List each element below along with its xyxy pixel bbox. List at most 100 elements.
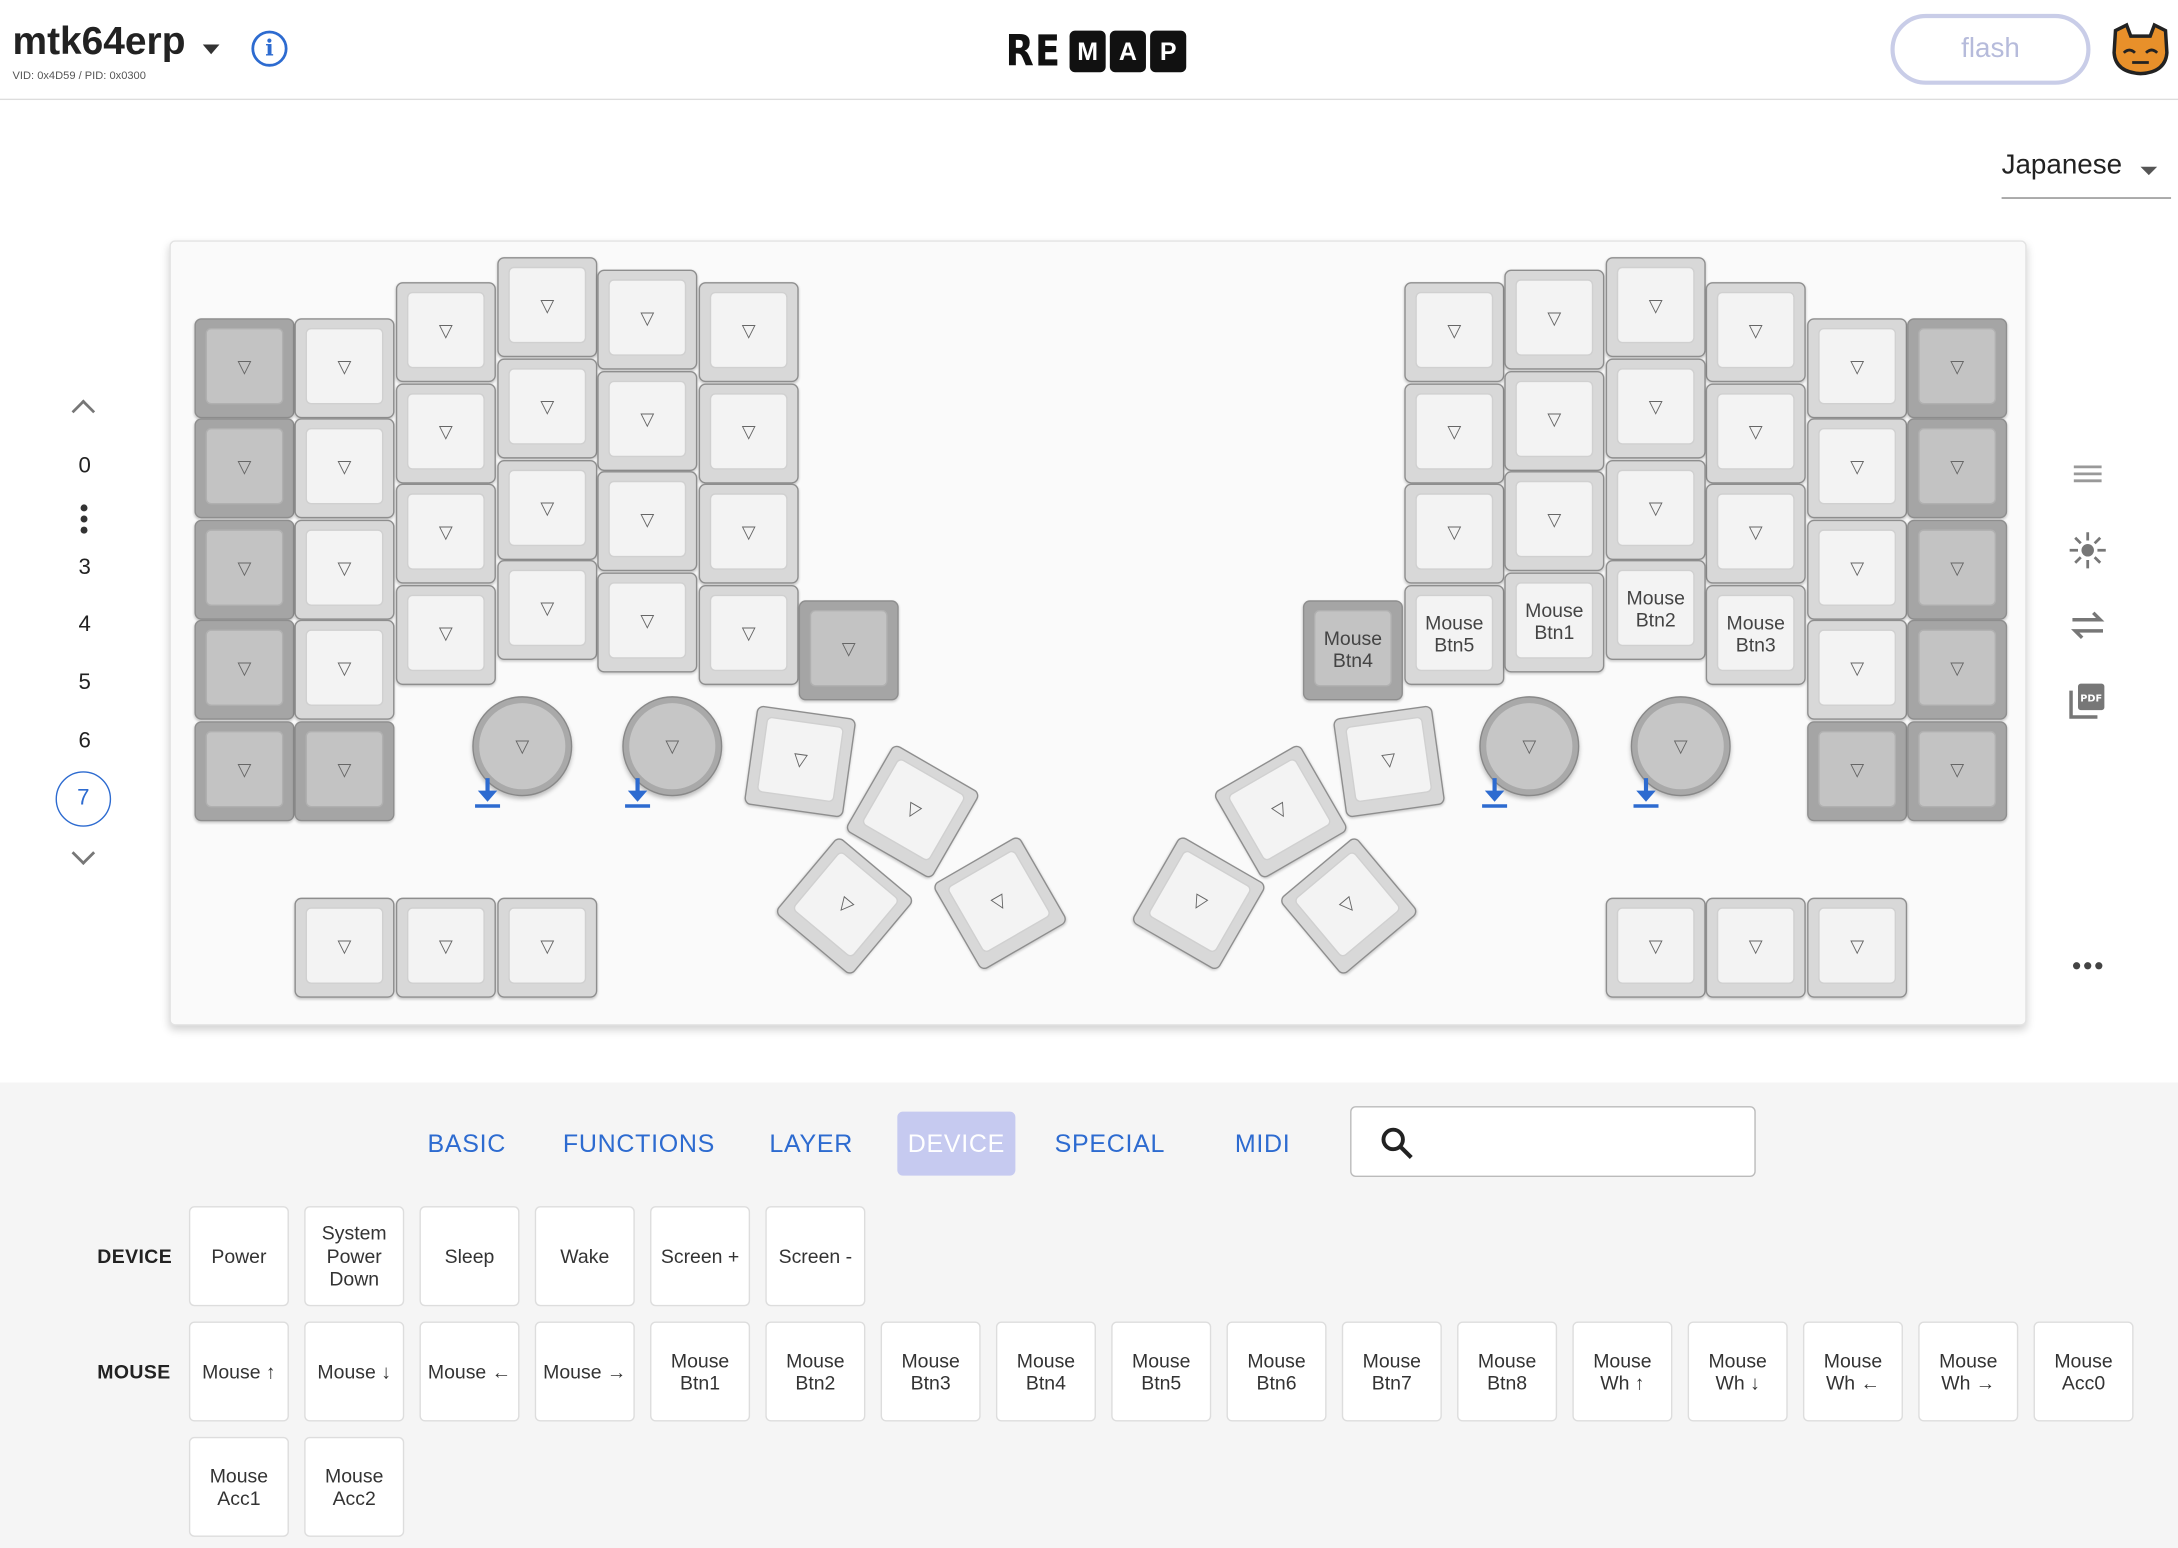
key[interactable]: ▽ <box>1605 459 1706 561</box>
key[interactable]: ▽ <box>1605 358 1706 459</box>
key[interactable]: ▽ <box>294 619 395 720</box>
key[interactable]: ▽ <box>194 519 295 620</box>
key[interactable]: ▽ <box>1807 519 1908 620</box>
keycode-mouse[interactable]: Mouse Wh ↑ <box>1572 1321 1673 1422</box>
key[interactable]: ▽ <box>395 897 496 998</box>
keycode-mouse[interactable]: Mouse Btn5 <box>1111 1321 1212 1422</box>
key[interactable]: ▽ <box>294 897 395 998</box>
keycode-mouse[interactable]: Mouse Acc1 <box>188 1436 289 1537</box>
cat-avatar-icon[interactable] <box>2111 22 2169 78</box>
keycode-device[interactable]: Screen - <box>765 1206 866 1307</box>
key-mouse-btn2[interactable]: Mouse Btn2 <box>1605 560 1706 661</box>
tab-midi[interactable]: MIDI <box>1220 1112 1306 1176</box>
key[interactable]: ▽ <box>1404 282 1505 383</box>
keycode-mouse[interactable]: Mouse → <box>534 1321 635 1422</box>
key[interactable]: ▽ <box>597 371 698 472</box>
key[interactable]: ▽ <box>194 721 295 822</box>
key[interactable]: ▽ <box>1705 282 1806 383</box>
more-vert-icon[interactable] <box>80 504 89 537</box>
download-arrow-icon[interactable] <box>1632 775 1660 808</box>
keycode-mouse[interactable]: Mouse ↓ <box>304 1321 405 1422</box>
keyboard-name[interactable]: mtk64erp <box>13 19 186 63</box>
key[interactable]: ▽ <box>597 269 698 370</box>
keycode-mouse[interactable]: Mouse Wh ← <box>1802 1321 1903 1422</box>
key[interactable]: ▽ <box>497 560 598 661</box>
key[interactable]: ▽ <box>597 471 698 572</box>
key[interactable]: ▽ <box>1807 897 1908 998</box>
keycode-mouse[interactable]: Mouse ← <box>419 1321 520 1422</box>
key-mouse-btn4[interactable]: Mouse Btn4 <box>1302 600 1403 701</box>
flash-button[interactable]: flash <box>1890 13 2091 85</box>
lines-icon[interactable] <box>2064 454 2111 496</box>
keycode-mouse[interactable]: Mouse Btn6 <box>1226 1321 1327 1422</box>
keycode-mouse[interactable]: Mouse Btn1 <box>650 1321 751 1422</box>
key[interactable]: ▽ <box>1807 318 1908 419</box>
key[interactable]: ▽ <box>698 585 799 686</box>
keycode-device[interactable]: System Power Down <box>304 1206 405 1307</box>
keycode-mouse[interactable]: Mouse Wh → <box>1918 1321 2019 1422</box>
key[interactable]: ▽ <box>1332 704 1446 818</box>
keycode-mouse[interactable]: Mouse Btn7 <box>1341 1321 1442 1422</box>
key[interactable]: ▽ <box>1504 471 1605 572</box>
key-mouse-btn5[interactable]: Mouse Btn5 <box>1404 585 1505 686</box>
download-arrow-icon[interactable] <box>624 775 652 808</box>
key[interactable]: ▽ <box>1907 418 2008 519</box>
keycode-mouse[interactable]: Mouse Btn8 <box>1457 1321 1558 1422</box>
key[interactable]: ▽ <box>798 600 899 701</box>
tab-special[interactable]: SPECIAL <box>1047 1112 1172 1176</box>
key[interactable]: ▽ <box>1504 371 1605 472</box>
layer-item[interactable]: 5 <box>56 671 114 696</box>
tab-functions[interactable]: FUNCTIONS <box>556 1112 723 1176</box>
download-arrow-icon[interactable] <box>1481 775 1509 808</box>
tab-device[interactable]: DEVICE <box>897 1111 1016 1176</box>
download-arrow-icon[interactable] <box>474 775 502 808</box>
layer-item-selected[interactable]: 7 <box>55 771 112 827</box>
keycode-device[interactable]: Sleep <box>419 1206 520 1307</box>
key[interactable]: ▽ <box>597 572 698 673</box>
key[interactable]: ▽ <box>194 619 295 720</box>
key[interactable]: ▽ <box>294 519 395 620</box>
key[interactable]: ▽ <box>395 383 496 484</box>
key[interactable]: ▽ <box>395 483 496 584</box>
key[interactable]: ▽ <box>1807 619 1908 720</box>
key[interactable]: ▽ <box>1504 269 1605 370</box>
key[interactable]: ▽ <box>698 282 799 383</box>
pdf-icon[interactable]: PDF <box>2064 680 2111 722</box>
keycode-mouse[interactable]: Mouse Btn2 <box>765 1321 866 1422</box>
key[interactable]: ▽ <box>194 318 295 419</box>
key[interactable]: ▽ <box>1130 834 1268 972</box>
key[interactable]: ▽ <box>931 834 1069 972</box>
key[interactable]: ▽ <box>1907 619 2008 720</box>
keycode-mouse[interactable]: Mouse Acc0 <box>2033 1321 2134 1422</box>
key[interactable]: ▽ <box>1404 383 1505 484</box>
tab-layer[interactable]: LAYER <box>761 1112 861 1176</box>
keycode-device[interactable]: Wake <box>534 1206 635 1307</box>
keycode-search[interactable] <box>1350 1106 1756 1177</box>
layer-item[interactable]: 3 <box>56 556 114 581</box>
keycode-device[interactable]: Screen + <box>650 1206 751 1307</box>
layer-item[interactable]: 6 <box>56 730 114 755</box>
key[interactable]: ▽ <box>1907 519 2008 620</box>
search-input[interactable] <box>1420 1121 1741 1164</box>
key[interactable]: ▽ <box>395 282 496 383</box>
keycode-mouse[interactable]: Mouse Wh ↓ <box>1687 1321 1788 1422</box>
tab-basic[interactable]: BASIC <box>417 1112 517 1176</box>
key[interactable]: ▽ <box>698 383 799 484</box>
key-mouse-btn1[interactable]: Mouse Btn1 <box>1504 572 1605 673</box>
layer-item[interactable]: 0 <box>56 454 114 479</box>
key[interactable]: ▽ <box>294 418 395 519</box>
key-mouse-btn3[interactable]: Mouse Btn3 <box>1705 585 1806 686</box>
key[interactable]: ▽ <box>1705 483 1806 584</box>
key[interactable]: ▽ <box>497 459 598 561</box>
key[interactable]: ▽ <box>1705 897 1806 998</box>
keycode-mouse[interactable]: Mouse Btn4 <box>995 1321 1096 1422</box>
more-horiz-icon[interactable] <box>2064 945 2111 987</box>
key[interactable]: ▽ <box>395 585 496 686</box>
keycode-mouse[interactable]: Mouse Acc2 <box>304 1436 405 1537</box>
chevron-down-icon[interactable] <box>202 44 220 55</box>
keycode-device[interactable]: Power <box>188 1206 289 1307</box>
key[interactable]: ▽ <box>294 318 395 419</box>
key[interactable]: ▽ <box>497 358 598 459</box>
key[interactable]: ▽ <box>1605 897 1706 998</box>
keycode-mouse[interactable]: Mouse ↑ <box>188 1321 289 1422</box>
